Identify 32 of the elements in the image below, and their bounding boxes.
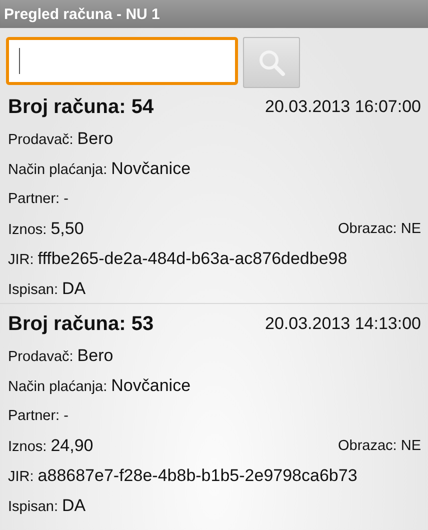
field-label: Prodavač: [8,132,74,148]
search-field[interactable] [6,37,238,85]
field-label: Ispisan: [8,499,58,515]
field-value: Novčanice [111,159,191,179]
form-status: Obrazac: NE [338,438,421,454]
field-value: a88687e7-f28e-4b8b-b1b5-2e9798ca6b73 [38,466,358,486]
field-value: 5,50 [50,219,84,239]
field-value: Novčanice [111,376,191,396]
invoice-datetime: 20.03.2013 16:07:00 [265,97,421,117]
field-label: Partner: - [8,408,68,424]
field-label: Partner: - [8,191,68,207]
field-label: Način plaćanja: [8,379,108,395]
field-label: Iznos: [8,222,47,238]
search-button[interactable] [243,37,300,88]
field-label: JIR: [8,252,34,268]
field-value: 24,90 [50,436,94,456]
invoice-number: Broj računa: 53 [8,312,154,336]
field-label: Prodavač: [8,349,74,365]
invoice-number: Broj računa: 54 [8,96,154,118]
field-value: Bero [77,129,114,149]
field-label: Način plaćanja: [8,162,108,178]
field-value: DA [62,279,86,299]
field-label: Iznos: [8,439,47,455]
field-label: Ispisan: [8,282,58,298]
field-label: JIR: [8,469,34,485]
form-status: Obrazac: NE [338,221,421,237]
window-title: Pregled računa - NU 1 [4,6,160,22]
search-icon [258,48,286,76]
field-value: DA [62,496,86,516]
field-value: Bero [77,346,114,366]
field-value: fffbe265-de2a-484d-b63a-ac876dedbe98 [38,249,348,269]
invoice-datetime: 20.03.2013 14:13:00 [265,314,421,334]
